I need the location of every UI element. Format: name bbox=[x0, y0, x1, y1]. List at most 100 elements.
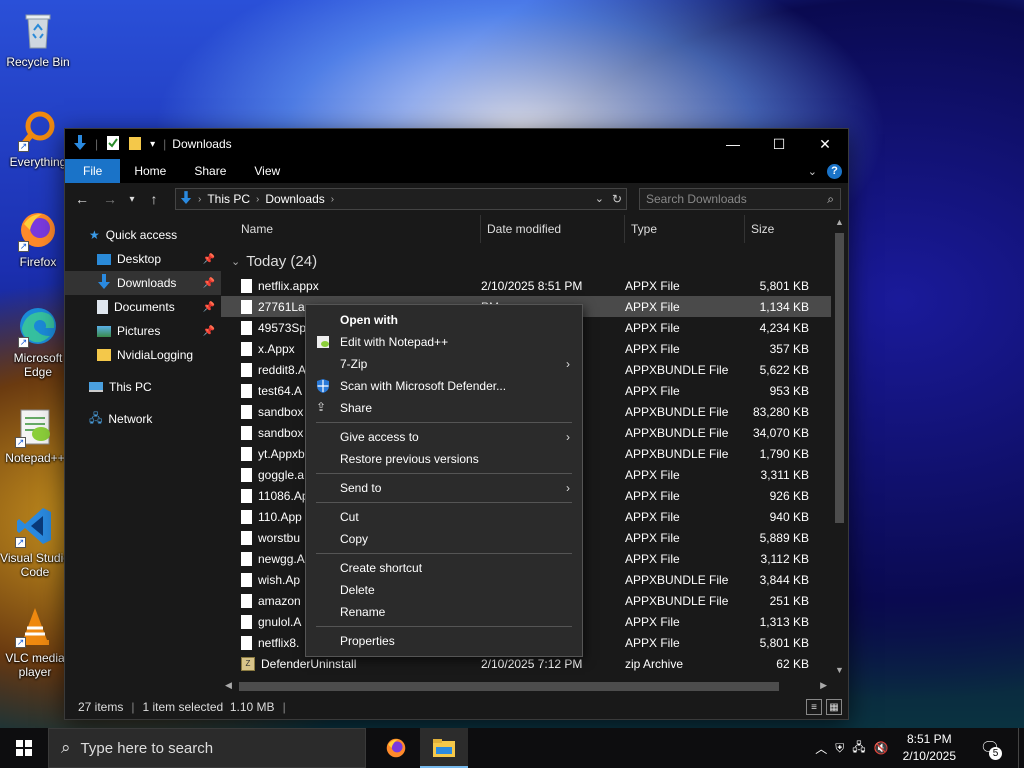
breadcrumb-downloads[interactable]: Downloads bbox=[265, 192, 324, 206]
properties-icon[interactable] bbox=[106, 135, 120, 154]
tab-share[interactable]: Share bbox=[180, 159, 240, 183]
clock[interactable]: 8:51 PM 2/10/2025 bbox=[897, 731, 962, 765]
menu-create-shortcut[interactable]: Create shortcut bbox=[306, 557, 582, 579]
menu-restore-versions[interactable]: Restore previous versions bbox=[306, 448, 582, 470]
nav-network[interactable]: 🖧 Network bbox=[65, 407, 221, 431]
menu-send-to[interactable]: Send to › bbox=[306, 477, 582, 499]
chevron-up-icon[interactable]: ︿ bbox=[815, 740, 827, 757]
nav-desktop[interactable]: Desktop 📌 bbox=[65, 247, 221, 271]
title-bar[interactable]: | ▾ | Downloads — ☐ ✕ bbox=[65, 129, 848, 159]
file-icon bbox=[241, 299, 252, 314]
table-row[interactable]: netflix.appx 2/10/2025 8:51 PM APPX File 5,… bbox=[221, 275, 848, 296]
address-bar[interactable]: › This PC › Downloads › ⌄ ↻ bbox=[175, 188, 627, 210]
file-size: 940 KB bbox=[769, 509, 809, 524]
notifications-button[interactable]: 🗨 5 bbox=[970, 728, 1010, 768]
desktop-icon-recycle-bin[interactable]: Recycle Bin bbox=[1, 8, 75, 69]
file-type: APPX File bbox=[625, 299, 680, 314]
menu-copy[interactable]: Copy bbox=[306, 528, 582, 550]
nav-downloads[interactable]: Downloads 📌 bbox=[65, 271, 221, 295]
details-view-icon[interactable]: ≡ bbox=[806, 699, 822, 715]
scroll-down-icon[interactable]: ▼ bbox=[831, 665, 848, 675]
menu-delete[interactable]: Delete bbox=[306, 579, 582, 601]
menu-edit-notepadpp[interactable]: Edit with Notepad++ bbox=[306, 331, 582, 353]
recent-locations-button[interactable]: ▾ bbox=[127, 194, 137, 205]
taskbar-firefox[interactable] bbox=[372, 728, 420, 768]
file-icon bbox=[241, 320, 252, 335]
column-type[interactable]: Type bbox=[625, 214, 745, 243]
file-icon bbox=[241, 341, 252, 356]
start-button[interactable] bbox=[0, 728, 48, 768]
expand-ribbon-icon[interactable]: ⌄ bbox=[808, 165, 817, 178]
column-date-modified[interactable]: Date modified bbox=[481, 214, 625, 243]
taskbar-search[interactable]: ⌕ Type here to search bbox=[48, 728, 366, 768]
vlc-icon: ↗ bbox=[13, 604, 57, 648]
file-name: worstbu bbox=[258, 530, 301, 545]
file-name: wish.Ap bbox=[258, 572, 301, 587]
up-button[interactable]: ↑ bbox=[143, 191, 165, 207]
vertical-scrollbar[interactable]: ▲ ▼ bbox=[831, 215, 848, 695]
back-button[interactable]: ← bbox=[71, 191, 93, 207]
menu-give-access[interactable]: Give access to › bbox=[306, 426, 582, 448]
pin-icon: 📌 bbox=[202, 325, 215, 337]
chevron-right-icon: › bbox=[566, 430, 570, 444]
scroll-left-icon[interactable]: ◀ bbox=[225, 680, 232, 691]
search-box[interactable]: ⌕ bbox=[639, 188, 841, 210]
column-size[interactable]: Size bbox=[745, 215, 813, 243]
navigation-bar: ← → ▾ ↑ › This PC › Downloads › ⌄ ↻ ⌕ bbox=[65, 183, 848, 215]
breadcrumb-separator-icon: › bbox=[256, 193, 260, 205]
customize-toolbar-icon[interactable]: ▾ bbox=[150, 139, 155, 150]
nav-this-pc[interactable]: This PC bbox=[65, 375, 221, 399]
column-name[interactable]: Name bbox=[221, 214, 481, 243]
nav-pictures[interactable]: Pictures 📌 bbox=[65, 319, 221, 343]
nav-label: This PC bbox=[109, 380, 152, 394]
nav-documents[interactable]: Documents 📌 bbox=[65, 295, 221, 319]
zip-archive-icon: Z bbox=[241, 656, 255, 671]
large-icons-view-icon[interactable]: ▦ bbox=[826, 699, 842, 715]
desktop-icon-vscode[interactable]: ↗ Visual Studio Code bbox=[0, 504, 72, 579]
tab-view[interactable]: View bbox=[240, 159, 294, 183]
menu-7zip[interactable]: 7-Zip › bbox=[306, 353, 582, 375]
close-button[interactable]: ✕ bbox=[802, 129, 848, 159]
scroll-right-icon[interactable]: ▶ bbox=[820, 680, 827, 691]
desktop-icon-label: VLC media player bbox=[5, 651, 65, 679]
address-dropdown-icon[interactable]: ⌄ bbox=[595, 192, 604, 206]
breadcrumb-separator-icon: › bbox=[330, 193, 335, 205]
menu-scan-defender[interactable]: Scan with Microsoft Defender... bbox=[306, 375, 582, 397]
refresh-icon[interactable]: ↻ bbox=[612, 192, 622, 206]
maximize-button[interactable]: ☐ bbox=[756, 129, 802, 159]
firefox-icon bbox=[386, 738, 406, 758]
file-type: APPX File bbox=[625, 614, 680, 629]
show-desktop-button[interactable] bbox=[1018, 728, 1024, 768]
volume-muted-icon[interactable]: 🔇 bbox=[874, 741, 889, 755]
tab-file[interactable]: File bbox=[65, 159, 121, 183]
breadcrumb-this-pc[interactable]: This PC bbox=[207, 192, 250, 206]
desktop-icon-notepadpp[interactable]: ↗ Notepad++ bbox=[0, 404, 72, 465]
search-input[interactable] bbox=[646, 192, 828, 206]
menu-share[interactable]: ⇪ Share bbox=[306, 397, 582, 419]
menu-cut[interactable]: Cut bbox=[306, 506, 582, 528]
menu-properties[interactable]: Properties bbox=[306, 630, 582, 652]
scroll-thumb[interactable] bbox=[239, 682, 779, 691]
security-alert-icon[interactable]: ⛨ bbox=[835, 741, 844, 756]
file-icon bbox=[241, 572, 252, 587]
group-header-today[interactable]: ⌄ Today (24) bbox=[221, 247, 848, 275]
help-icon[interactable]: ? bbox=[827, 163, 842, 179]
star-icon: ★ bbox=[89, 228, 100, 242]
file-type: APPX File bbox=[625, 320, 680, 335]
file-name: newgg.A bbox=[258, 551, 305, 566]
forward-button[interactable]: → bbox=[99, 191, 121, 207]
network-icon[interactable]: 🖧 bbox=[852, 738, 865, 759]
minimize-button[interactable]: — bbox=[710, 129, 756, 159]
new-folder-icon[interactable] bbox=[128, 135, 142, 154]
nav-nvidialogging[interactable]: NvidiaLogging bbox=[65, 343, 221, 367]
desktop-icon-vlc[interactable]: ↗ VLC media player bbox=[0, 604, 72, 679]
taskbar-file-explorer[interactable] bbox=[420, 728, 468, 768]
menu-open-with[interactable]: Open with bbox=[306, 309, 582, 331]
scroll-thumb[interactable] bbox=[835, 233, 844, 523]
menu-rename[interactable]: Rename bbox=[306, 601, 582, 623]
scroll-up-icon[interactable]: ▲ bbox=[831, 217, 848, 227]
nav-quick-access[interactable]: ★ Quick access bbox=[65, 223, 221, 247]
horizontal-scrollbar[interactable]: ◀ ▶ bbox=[221, 678, 831, 695]
tab-home[interactable]: Home bbox=[120, 159, 180, 183]
notification-count: 5 bbox=[989, 747, 1002, 760]
